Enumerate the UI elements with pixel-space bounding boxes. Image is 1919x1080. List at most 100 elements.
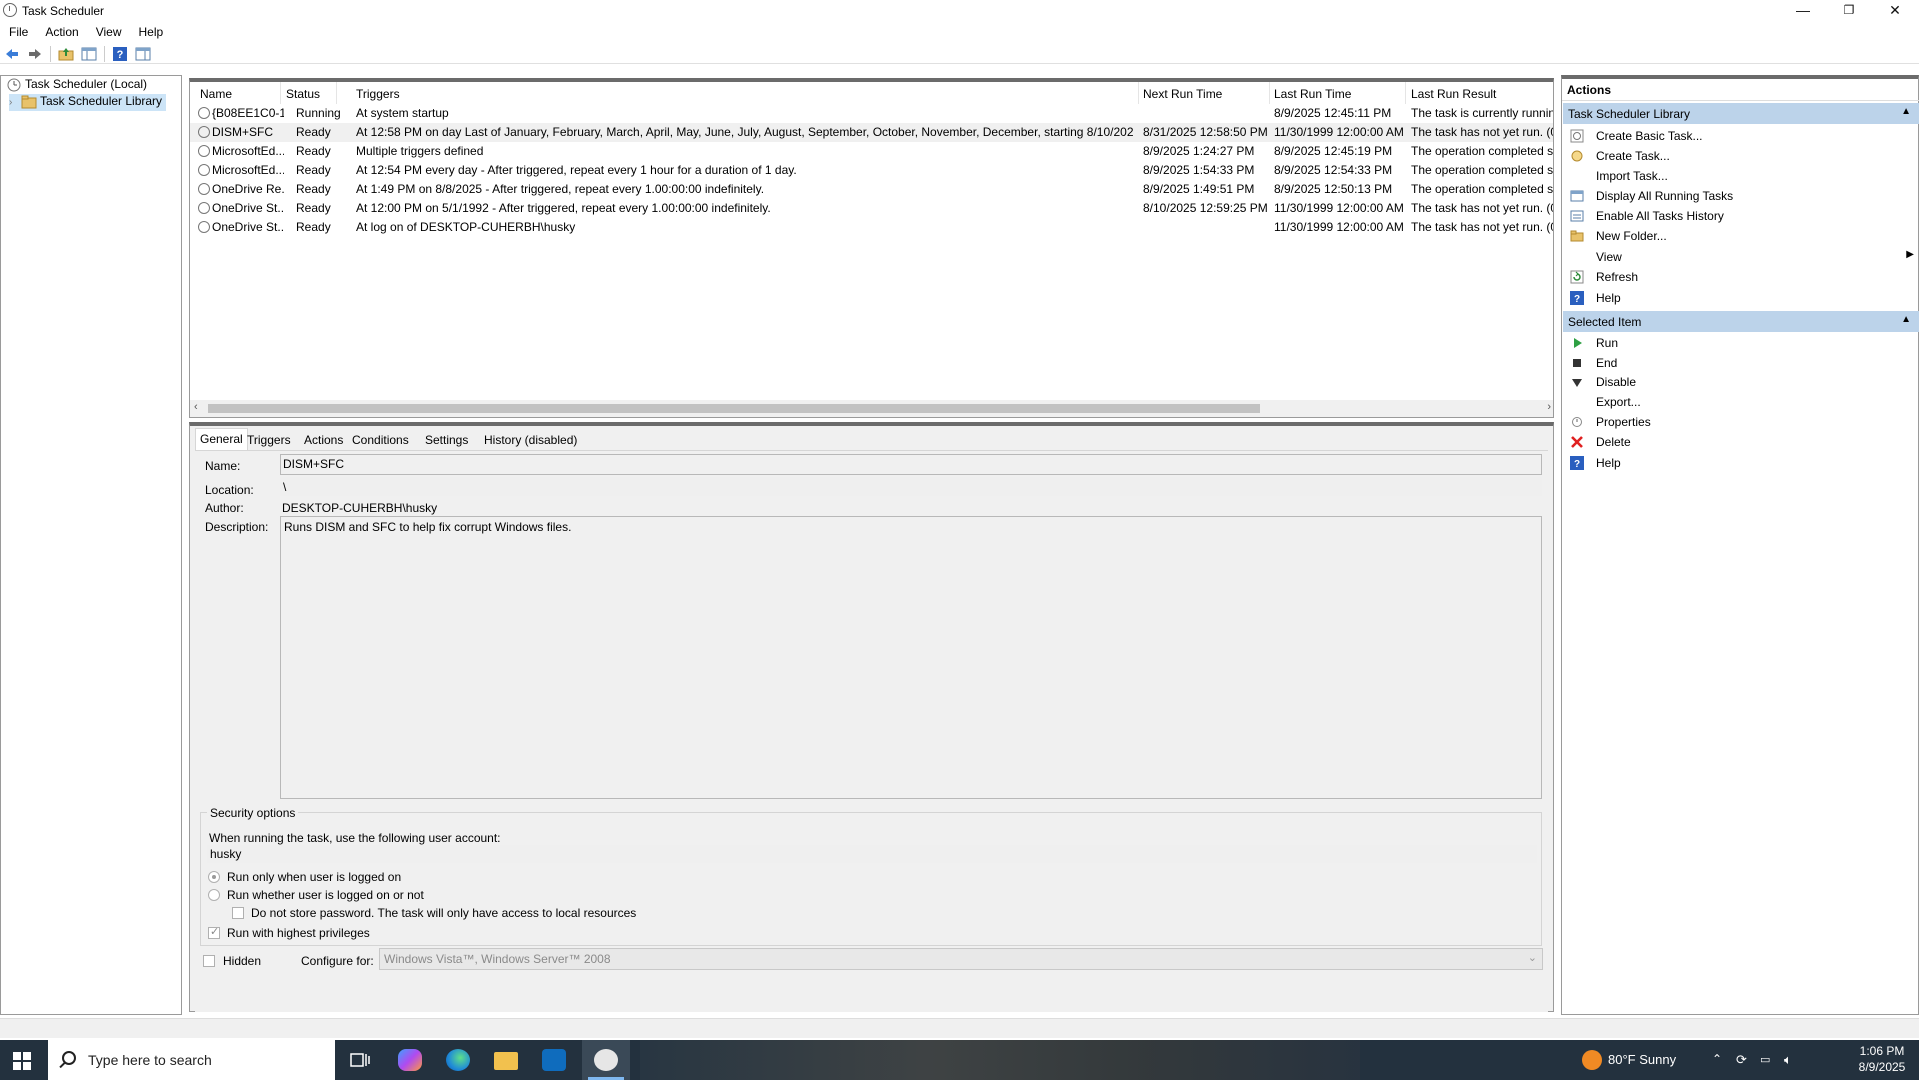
scrollbar-thumb[interactable] [208, 404, 1260, 413]
column-header-next-run-time[interactable]: Next Run Time [1143, 87, 1222, 101]
up-folder-icon[interactable] [58, 46, 74, 62]
table-row[interactable]: MicrosoftEd... Ready At 12:54 PM every d… [190, 161, 1553, 180]
taskbar-search-box[interactable]: Type here to search [48, 1040, 335, 1080]
show-hide-console-tree-icon[interactable] [81, 46, 97, 62]
table-row[interactable]: OneDrive Re... Ready At 1:49 PM on 8/8/2… [190, 180, 1553, 199]
action-export[interactable]: Export... [1562, 391, 1919, 413]
column-divider[interactable] [336, 82, 337, 104]
menu-file[interactable]: File [0, 22, 36, 39]
help-icon[interactable]: ? [112, 46, 128, 62]
tree-item-task-scheduler-local[interactable]: Task Scheduler (Local) [6, 77, 147, 94]
task-status: Ready [296, 220, 331, 234]
windows-start-icon[interactable] [13, 1052, 31, 1070]
column-header-last-run-result[interactable]: Last Run Result [1411, 87, 1496, 101]
configure-for-dropdown[interactable]: Windows Vista™, Windows Server™ 2008 ⌄ [379, 948, 1543, 970]
action-properties[interactable]: Properties [1562, 411, 1919, 433]
tree-item-task-scheduler-library[interactable]: › Task Scheduler Library [9, 94, 167, 111]
column-divider[interactable] [1269, 82, 1270, 104]
task-last-run: 11/30/1999 12:00:00 AM [1274, 125, 1404, 139]
action-disable[interactable]: Disable [1562, 371, 1919, 393]
tab-conditions[interactable]: Conditions [348, 430, 413, 450]
task-clock-icon [198, 202, 210, 214]
task-list: Name Status Triggers Next Run Time Last … [189, 78, 1554, 418]
description-field[interactable]: Runs DISM and SFC to help fix corrupt Wi… [280, 516, 1542, 799]
highest-privileges-checkbox[interactable] [208, 925, 220, 939]
taskbar-app-edge[interactable] [434, 1040, 482, 1080]
action-new-folder[interactable]: New Folder... [1562, 225, 1919, 247]
expand-chevron-icon[interactable]: › [9, 97, 21, 108]
taskbar-app-file-explorer[interactable] [482, 1040, 530, 1080]
author-value: DESKTOP-CUHERBH\husky [282, 501, 438, 515]
column-header-name[interactable]: Name [200, 87, 232, 101]
column-header-status[interactable]: Status [286, 87, 320, 101]
action-view[interactable]: View ▶ [1562, 246, 1919, 268]
tab-actions[interactable]: Actions [300, 430, 347, 450]
taskbar-app-task-scheduler[interactable] [582, 1040, 630, 1080]
back-arrow-icon[interactable] [4, 46, 20, 62]
show-hide-action-pane-icon[interactable] [135, 46, 151, 62]
collapse-icon[interactable]: ▲ [1901, 314, 1911, 325]
action-import-task[interactable]: Import Task... [1562, 165, 1919, 187]
collapse-icon[interactable]: ▲ [1901, 106, 1911, 117]
tab-settings[interactable]: Settings [421, 430, 472, 450]
column-header-last-run-time[interactable]: Last Run Time [1274, 87, 1351, 101]
table-row[interactable]: DISM+SFC Ready At 12:58 PM on day Last o… [190, 123, 1553, 142]
minimize-button[interactable]: — [1780, 0, 1826, 22]
tab-history[interactable]: History (disabled) [480, 430, 581, 450]
action-create-task[interactable]: Create Task... [1562, 145, 1919, 167]
volume-icon[interactable]: 🔈︎ [1784, 1052, 1792, 1080]
action-display-running-tasks[interactable]: Display All Running Tasks [1562, 185, 1919, 207]
task-view-button[interactable] [336, 1040, 384, 1080]
taskbar-app-copilot[interactable] [386, 1040, 434, 1080]
column-divider[interactable] [1138, 82, 1139, 104]
action-enable-history[interactable]: Enable All Tasks History [1562, 205, 1919, 227]
menu-help[interactable]: Help [130, 22, 172, 39]
copilot-icon [398, 1049, 422, 1071]
table-row[interactable]: MicrosoftEd... Ready Multiple triggers d… [190, 142, 1553, 161]
section-header-library[interactable]: Task Scheduler Library ▲ [1563, 103, 1919, 124]
table-row[interactable]: OneDrive St... Ready At log on of DESKTO… [190, 218, 1553, 237]
do-not-store-password-checkbox[interactable] [232, 907, 244, 919]
close-button[interactable]: ✕ [1872, 0, 1918, 22]
action-help-library[interactable]: ? Help [1562, 287, 1919, 309]
show-hidden-icons-chevron-icon[interactable]: ⌃ [1712, 1052, 1722, 1080]
scroll-left-arrow-icon[interactable]: ‹ [194, 401, 198, 413]
location-field: \ [280, 477, 1542, 496]
section-header-selected-item[interactable]: Selected Item ▲ [1563, 311, 1919, 332]
scroll-right-arrow-icon[interactable]: › [1547, 401, 1551, 413]
file-explorer-icon [494, 1052, 518, 1070]
action-help-selected[interactable]: ? Help [1562, 452, 1919, 474]
table-row[interactable]: {B08EE1C0-1... Running At system startup… [190, 104, 1553, 123]
action-label: Delete [1596, 435, 1631, 449]
onedrive-sync-icon[interactable]: ⟳ [1736, 1052, 1747, 1080]
action-create-basic-task[interactable]: Create Basic Task... [1562, 125, 1919, 147]
column-divider[interactable] [280, 82, 281, 104]
running-tasks-icon [1570, 190, 1584, 202]
column-divider[interactable] [1405, 82, 1406, 104]
action-delete[interactable]: Delete [1562, 431, 1919, 453]
tab-triggers[interactable]: Triggers [243, 430, 295, 450]
submenu-arrow-icon: ▶ [1906, 249, 1914, 260]
taskbar-app-outlook[interactable] [530, 1040, 578, 1080]
name-field[interactable]: DISM+SFC [280, 454, 1542, 475]
run-only-logged-on-radio[interactable] [208, 871, 220, 883]
task-last-run: 8/9/2025 12:45:11 PM [1274, 106, 1392, 120]
hidden-checkbox[interactable] [203, 955, 215, 967]
help-icon: ? [1570, 291, 1584, 305]
action-refresh[interactable]: Refresh [1562, 266, 1919, 288]
system-clock[interactable]: 1:06 PM 8/9/2025 [1852, 1043, 1912, 1075]
tab-general[interactable]: General [195, 428, 248, 450]
task-clock-icon [198, 126, 210, 138]
task-clock-icon [198, 183, 210, 195]
horizontal-scrollbar[interactable]: ‹ › [190, 400, 1553, 417]
network-icon[interactable]: ▭ [1760, 1053, 1770, 1080]
menu-action[interactable]: Action [36, 22, 86, 39]
table-row[interactable]: OneDrive St... Ready At 12:00 PM on 5/1/… [190, 199, 1553, 218]
column-header-triggers[interactable]: Triggers [356, 87, 400, 101]
console-tree: Task Scheduler (Local) › Task Scheduler L… [0, 75, 182, 1015]
menu-view[interactable]: View [87, 22, 130, 39]
restore-button[interactable]: ❐ [1826, 0, 1872, 22]
forward-arrow-icon[interactable] [27, 46, 43, 62]
action-run[interactable]: Run [1562, 332, 1919, 354]
run-whether-logged-on-radio[interactable] [208, 889, 220, 901]
